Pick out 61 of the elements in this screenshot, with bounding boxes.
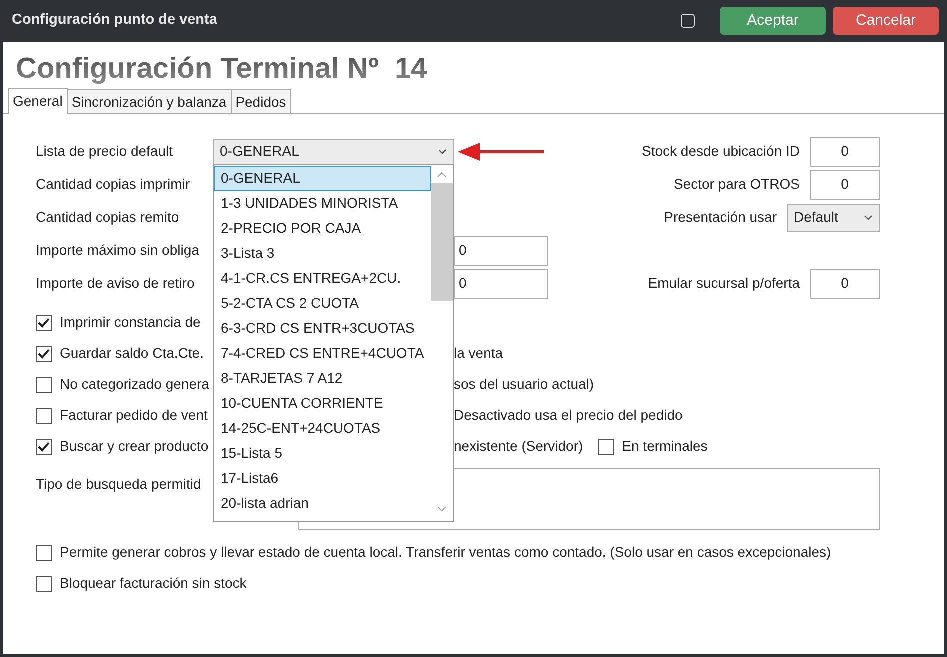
field-label: Tipo de busqueda permitid	[36, 475, 202, 494]
checkbox[interactable]	[598, 438, 614, 454]
checkbox-label: Bloquear facturación sin stock	[60, 574, 247, 593]
tab[interactable]: Sincronización y balanza	[66, 89, 232, 113]
checkbox[interactable]	[36, 408, 52, 424]
dropdown[interactable]: Default	[787, 204, 880, 232]
chevron-down-icon	[438, 148, 447, 154]
field-label: Importe de aviso de retiro	[36, 274, 196, 293]
dropdown-option[interactable]: 4-1-CR.CS ENTREGA+2CU.	[214, 266, 431, 290]
field-label: Cantidad copias remito	[36, 208, 180, 227]
checkmark-icon	[38, 318, 50, 328]
field-label: Sector para OTROS	[674, 175, 800, 194]
dropdown-option[interactable]: 10-CUENTA CORRIENTE	[214, 390, 431, 416]
checkbox-label: sos del usuario actual)	[454, 375, 594, 394]
checkbox-label: Desactivado usa el precio del pedido	[454, 406, 683, 425]
checkbox[interactable]	[36, 376, 52, 392]
dropdown-option[interactable]: 1-3 UNIDADES MINORISTA	[214, 190, 431, 216]
input-field[interactable]: 0	[454, 236, 548, 266]
checkbox-label: nexistente (Servidor)	[454, 437, 584, 456]
checkbox-label: No categorizado genera	[60, 375, 210, 394]
dropdown-option[interactable]: 3-Lista 3	[214, 240, 431, 266]
chevron-down-icon	[864, 214, 873, 220]
tab[interactable]: General	[8, 88, 68, 114]
dropdown-option[interactable]: 5-2-CTA CS 2 CUOTA	[214, 290, 431, 316]
dropdown-option[interactable]: 0-GENERAL	[214, 166, 431, 190]
checkbox-label: Guardar saldo Cta.Cte.	[60, 344, 204, 363]
dropdown-option[interactable]: 14-25C-ENT+24CUOTAS	[214, 416, 431, 440]
checkbox-label: la venta	[454, 344, 504, 363]
field-label: Cantidad copias imprimir	[36, 175, 192, 194]
field-label: Presentación usar	[664, 208, 777, 227]
cancel-button[interactable]: Cancelar	[833, 7, 939, 35]
checkbox[interactable]	[36, 346, 52, 362]
dropdown-option[interactable]: 2-PRECIO POR CAJA	[214, 216, 431, 240]
field-label: Emular sucursal p/oferta	[648, 274, 800, 293]
checkbox-label: Buscar y crear producto	[60, 437, 209, 456]
input-field[interactable]: 0	[810, 136, 880, 166]
field-label: Importe máximo sin obliga	[36, 241, 200, 260]
dropdown-option[interactable]: 8-TARJETAS 7 A12	[214, 366, 431, 390]
checkbox-label: En terminales	[622, 437, 708, 456]
field-label: Stock desde ubicación ID	[642, 142, 800, 161]
input-field[interactable]: 0	[454, 268, 548, 298]
tab[interactable]: Pedidos	[230, 89, 292, 113]
checkbox-label: Imprimir constancia de	[60, 313, 201, 332]
checkbox-label: Permite generar cobros y llevar estado de cuenta local. Transferir ventas como contado. (Solo usar en casos excepcionales)	[60, 543, 832, 562]
checkbox[interactable]	[36, 438, 52, 454]
dropdown-option[interactable]: 17-Lista6	[214, 466, 431, 490]
dropdown-option[interactable]: 7-4-CRED CS ENTRE+4CUOTA	[214, 340, 431, 366]
field-label: Lista de precio default	[36, 142, 174, 161]
window-title: Configuración punto de venta	[12, 11, 218, 30]
checkbox[interactable]	[36, 544, 52, 560]
dropdown-option[interactable]: 15-Lista 5	[214, 440, 431, 466]
dropdown-option[interactable]: 6-3-CRD CS ENTR+3CUOTAS	[214, 316, 431, 340]
input-field[interactable]: 0	[810, 268, 880, 298]
checkbox-label: Facturar pedido de vent	[60, 406, 208, 425]
checkbox[interactable]	[36, 576, 52, 592]
scrollbar-thumb[interactable]	[431, 182, 453, 300]
checkmark-icon	[38, 348, 50, 358]
checkbox[interactable]	[36, 314, 52, 330]
input-field[interactable]: 0	[810, 170, 880, 200]
dropdown-option[interactable]: 20-lista adrian	[214, 490, 431, 516]
checkmark-icon	[38, 442, 50, 452]
